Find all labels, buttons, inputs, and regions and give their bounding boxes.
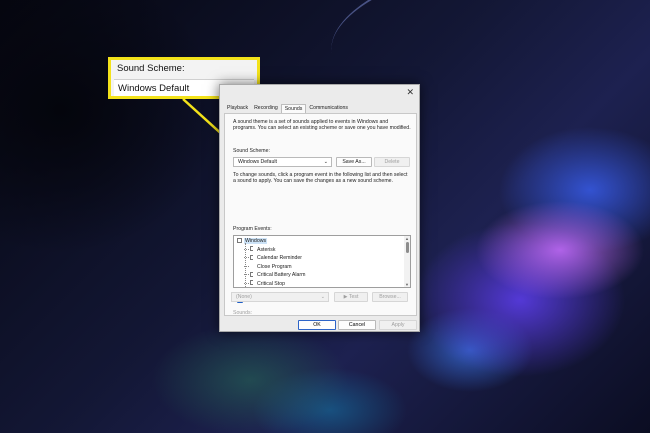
scheme-label: Sound Scheme:: [233, 148, 270, 154]
callout-title: Sound Scheme:: [117, 63, 185, 74]
play-icon: ▶: [343, 294, 348, 300]
sounds-panel: A sound theme is a set of sounds applied…: [224, 113, 417, 316]
tab-communications[interactable]: Communications: [306, 104, 351, 113]
tab-recording[interactable]: Recording: [251, 104, 281, 113]
expand-collapse-icon[interactable]: [237, 237, 242, 243]
speaker-icon: [250, 254, 253, 260]
tab-bar: Playback Recording Sounds Communications: [224, 104, 351, 113]
events-root-label: Windows: [244, 238, 268, 244]
delete-button[interactable]: Delete: [374, 157, 410, 167]
program-events-label: Program Events:: [233, 226, 272, 232]
change-sounds-description: To change sounds, click a program event …: [233, 172, 408, 185]
scheme-description: A sound theme is a set of sounds applied…: [233, 119, 411, 132]
speaker-icon: [250, 271, 253, 277]
scheme-select[interactable]: Windows Default ⌄: [233, 157, 332, 167]
list-item[interactable]: Calendar Reminder: [244, 254, 302, 262]
close-icon[interactable]: ✕: [406, 86, 414, 98]
scheme-select-value: Windows Default: [238, 159, 277, 165]
speaker-icon: [250, 280, 253, 285]
callout-scheme-value: Windows Default: [118, 83, 190, 94]
scroll-up-icon[interactable]: ▲: [404, 236, 410, 241]
chevron-down-icon: ⌄: [320, 294, 325, 300]
cancel-button[interactable]: Cancel: [338, 320, 376, 330]
browse-button[interactable]: Browse...: [372, 292, 408, 302]
chevron-down-icon: ⌄: [323, 159, 328, 165]
speaker-icon: [250, 246, 253, 251]
list-item[interactable]: Close Program: [244, 263, 292, 271]
sounds-select-value: (None): [236, 294, 252, 300]
list-item[interactable]: Asterisk: [244, 246, 275, 254]
save-as-button[interactable]: Save As...: [336, 157, 372, 167]
tab-sounds[interactable]: Sounds: [280, 104, 307, 113]
apply-button[interactable]: Apply: [379, 320, 417, 330]
test-button[interactable]: ▶ Test: [334, 292, 368, 302]
sounds-label: Sounds:: [233, 310, 253, 316]
tab-playback[interactable]: Playback: [224, 104, 251, 113]
events-scrollbar[interactable]: ▲ ▼: [404, 236, 410, 287]
program-events-list[interactable]: Windows Asterisk Calendar Reminder Close…: [233, 235, 411, 288]
list-item[interactable]: Critical Battery Alarm: [244, 271, 305, 279]
sounds-select[interactable]: (None) ⌄: [231, 292, 329, 302]
list-item[interactable]: Critical Stop: [244, 280, 285, 288]
scroll-down-icon[interactable]: ▼: [404, 282, 410, 287]
list-item[interactable]: Windows: [234, 237, 268, 245]
scroll-thumb[interactable]: [406, 242, 409, 253]
ok-button[interactable]: OK: [298, 320, 336, 330]
